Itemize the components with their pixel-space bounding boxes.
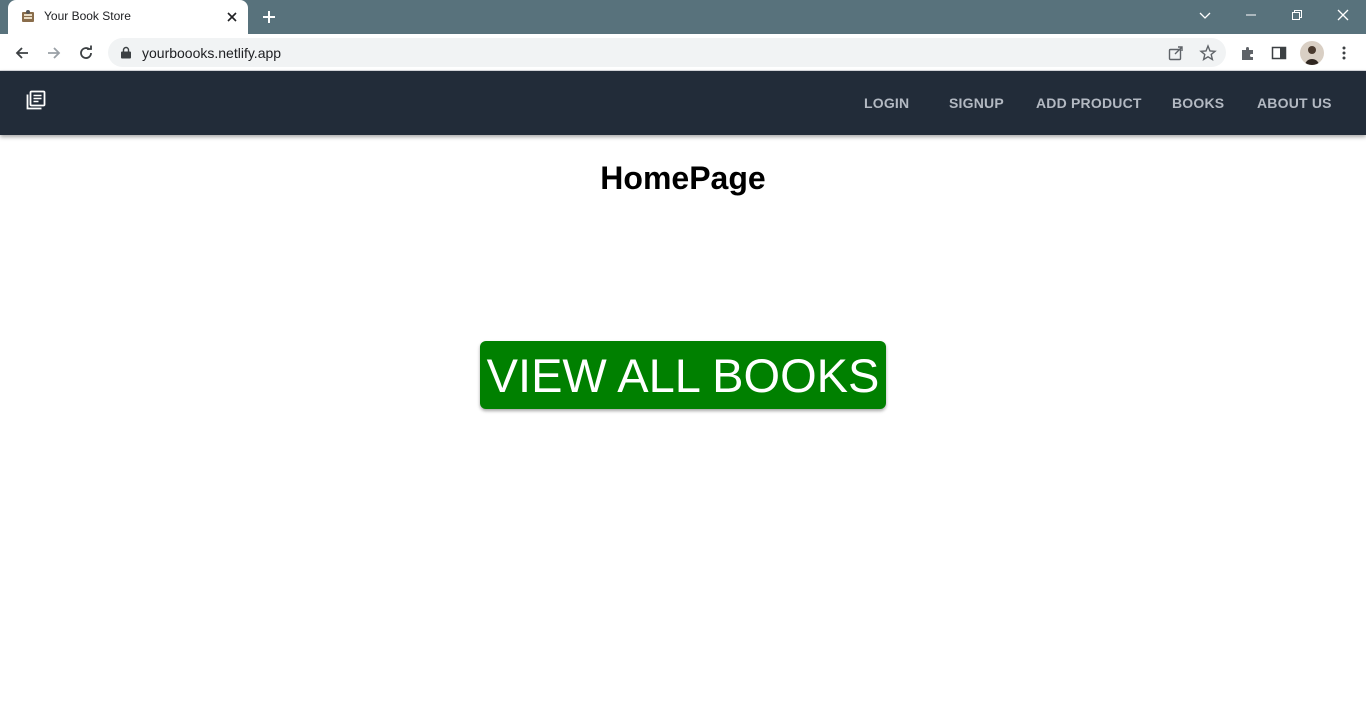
close-tab-icon[interactable] xyxy=(224,9,240,25)
share-icon[interactable] xyxy=(1167,44,1185,62)
more-vertical-icon xyxy=(1342,46,1346,60)
side-panel-icon xyxy=(1271,46,1287,60)
bookstore-favicon-icon xyxy=(22,10,34,22)
side-panel-button[interactable] xyxy=(1269,43,1289,63)
reload-button[interactable] xyxy=(75,42,97,64)
view-all-books-button[interactable]: VIEW ALL BOOKS xyxy=(480,341,886,409)
tab-title: Your Book Store xyxy=(44,9,131,23)
extensions-button[interactable] xyxy=(1238,43,1258,63)
star-bookmark-icon[interactable] xyxy=(1199,44,1217,62)
arrow-right-icon xyxy=(48,47,61,59)
nav-about-us-link[interactable]: ABOUT US xyxy=(1257,95,1332,111)
close-window-button[interactable] xyxy=(1320,0,1366,30)
browser-tab-strip: Your Book Store xyxy=(0,0,1366,34)
chevron-down-icon xyxy=(1199,12,1211,19)
browser-menu-button[interactable] xyxy=(1334,43,1354,63)
site-navbar: LOGIN SIGNUP ADD PRODUCT BOOKS ABOUT US xyxy=(0,71,1366,135)
profile-avatar-icon xyxy=(1305,46,1319,65)
library-books-logo-icon[interactable] xyxy=(26,90,46,110)
nav-signup-link[interactable]: SIGNUP xyxy=(949,95,1004,111)
nav-login-link[interactable]: LOGIN xyxy=(864,95,909,111)
url-text: yourboooks.netlify.app xyxy=(142,45,282,61)
profile-avatar[interactable] xyxy=(1300,41,1324,65)
browser-toolbar: yourboooks.netlify.app xyxy=(0,34,1366,71)
browser-tab[interactable]: Your Book Store xyxy=(8,0,248,34)
nav-books-link[interactable]: BOOKS xyxy=(1172,95,1224,111)
page-title: HomePage xyxy=(600,160,766,196)
restore-icon xyxy=(1292,10,1302,20)
forward-button[interactable] xyxy=(43,42,65,64)
restore-button[interactable] xyxy=(1274,0,1320,30)
close-icon xyxy=(1337,9,1349,21)
address-bar[interactable]: yourboooks.netlify.app xyxy=(108,38,1226,67)
reload-icon xyxy=(80,45,92,59)
minimize-icon xyxy=(1246,14,1256,16)
minimize-button[interactable] xyxy=(1228,0,1274,30)
lock-icon xyxy=(121,46,131,59)
back-button[interactable] xyxy=(11,42,33,64)
tab-search-button[interactable] xyxy=(1182,0,1228,30)
new-tab-plus-icon[interactable] xyxy=(260,8,278,26)
arrow-left-icon xyxy=(15,47,28,59)
puzzle-icon xyxy=(1242,47,1253,60)
nav-add-product-link[interactable]: ADD PRODUCT xyxy=(1036,95,1142,111)
